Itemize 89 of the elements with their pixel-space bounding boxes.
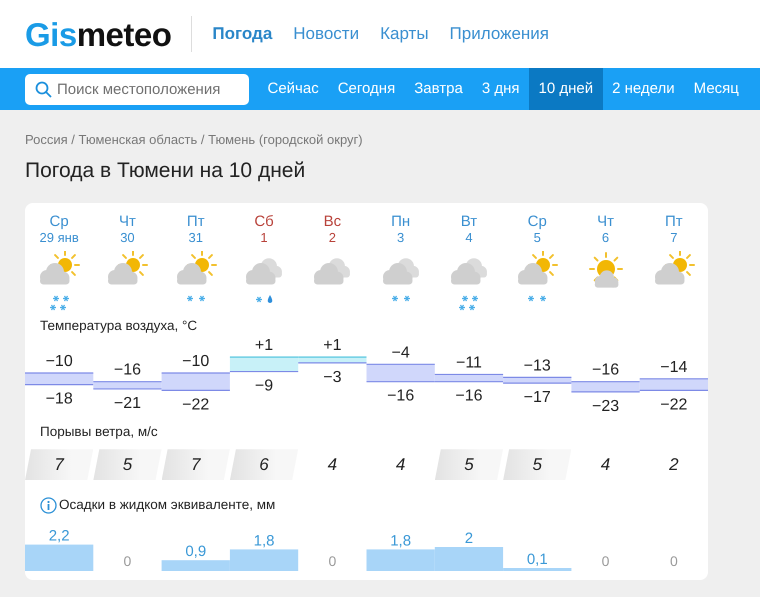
precipitation-bar xyxy=(366,550,435,572)
max-temperature: −10 xyxy=(46,352,73,370)
snow-rain-icon xyxy=(256,294,273,304)
precipitation-value: 1,8 xyxy=(390,532,412,550)
weekday-label: Пт xyxy=(664,212,684,230)
weekday-label: Сб xyxy=(253,212,275,230)
weekday-label: Чт xyxy=(118,212,137,230)
weekday-label: Вт xyxy=(460,212,478,230)
min-temperature: −18 xyxy=(46,390,73,408)
min-temperature: −22 xyxy=(182,396,210,414)
weekday-label: Ср xyxy=(526,212,548,230)
max-temperature: −14 xyxy=(660,358,688,376)
nav-link-item[interactable]: Погода xyxy=(212,21,272,47)
search-icon xyxy=(35,80,52,98)
min-temperature: −16 xyxy=(387,388,414,405)
min-temperature: −9 xyxy=(254,377,274,394)
precipitation-value: 2 xyxy=(464,530,474,548)
nav-link-item[interactable]: Новости xyxy=(293,21,360,47)
wind-gust-value: 2 xyxy=(668,454,680,476)
wind-gust-value: 7 xyxy=(53,454,66,476)
min-temperature: −17 xyxy=(524,389,551,406)
period-tab[interactable]: 10 дней xyxy=(529,68,603,110)
wind-gust-value: 6 xyxy=(258,454,270,476)
wind-gust-value: 5 xyxy=(122,454,134,476)
period-tab[interactable]: Завтра xyxy=(404,68,472,110)
precipitation-value: 0 xyxy=(124,553,132,570)
weekday-label: Ср xyxy=(48,212,70,230)
precipitation-heading: Осадки в жидком эквиваленте, мм xyxy=(58,496,276,514)
date-label: 4 xyxy=(464,230,474,246)
date-label: 31 xyxy=(188,230,204,246)
page-title: Погода в Тюмени на 10 дней xyxy=(25,158,306,183)
period-tab[interactable]: Сейчас xyxy=(258,68,328,110)
snowflakes-icon xyxy=(50,294,69,311)
weekday-label: Чт xyxy=(596,212,615,230)
precipitation-value: 0 xyxy=(328,553,336,570)
wind-gust-value: 4 xyxy=(326,454,338,476)
max-temperature: −4 xyxy=(392,344,410,362)
precipitation-value: 0 xyxy=(602,553,610,570)
max-temperature: +1 xyxy=(323,336,342,354)
max-temperature: −16 xyxy=(114,362,142,379)
period-tab[interactable]: Месяц xyxy=(684,68,748,110)
breadcrumb[interactable]: Россия / Тюменская область / Тюмень (городской округ) xyxy=(25,130,760,150)
precipitation-value: 0 xyxy=(670,553,678,570)
min-temperature: −3 xyxy=(323,368,342,386)
snowflakes-icon xyxy=(186,294,205,302)
search-field[interactable]: Поиск местоположения xyxy=(25,74,249,104)
precipitation-bar xyxy=(25,545,94,572)
max-temperature: −16 xyxy=(592,362,620,379)
nav-link-item[interactable]: Приложения xyxy=(450,21,550,47)
wind-gust-value: 7 xyxy=(190,454,202,476)
weekday-label: Пт xyxy=(186,212,206,230)
date-label: 5 xyxy=(532,230,542,246)
snowflakes-icon xyxy=(459,294,478,311)
weekday-label: Пн xyxy=(390,212,412,230)
min-temperature: −21 xyxy=(114,394,142,412)
date-label: 29 янв xyxy=(38,230,80,246)
wind-heading: Порывы ветра, м/с xyxy=(39,422,159,441)
wind-gust-value: 5 xyxy=(532,454,543,476)
precipitation-value: 0,9 xyxy=(185,544,206,561)
date-label: 1 xyxy=(259,230,269,246)
weekday-label: Вс xyxy=(322,212,342,230)
date-label: 2 xyxy=(328,230,337,246)
max-temperature: −11 xyxy=(456,354,482,372)
nav-link-item[interactable]: Карты xyxy=(380,21,429,47)
temperature-heading: Температура воздуха, °C xyxy=(39,316,198,335)
precipitation-value: 0,1 xyxy=(526,551,548,568)
date-label: 30 xyxy=(119,230,136,246)
date-label: 6 xyxy=(600,230,610,246)
info-icon[interactable] xyxy=(40,496,57,514)
min-temperature: −22 xyxy=(660,396,688,414)
temperature-bar xyxy=(640,378,708,391)
period-tab[interactable]: 3 дня xyxy=(472,68,529,110)
wind-gust-value: 5 xyxy=(463,454,475,476)
min-temperature: −23 xyxy=(592,398,620,415)
snowflakes-icon xyxy=(528,294,546,302)
period-tab[interactable]: 2 недели xyxy=(602,68,684,110)
precipitation-value: 1,8 xyxy=(254,532,274,550)
logo[interactable]: Gismeteo xyxy=(25,18,172,50)
wind-gust-value: 4 xyxy=(394,454,406,476)
precipitation-value: 2,2 xyxy=(48,528,70,546)
min-temperature: −16 xyxy=(455,388,483,405)
wind-gust-value: 4 xyxy=(600,454,612,476)
max-temperature: −13 xyxy=(524,357,551,374)
period-tab[interactable]: Сегодня xyxy=(328,68,405,110)
max-temperature: −10 xyxy=(182,352,210,370)
date-label: 7 xyxy=(669,230,678,246)
date-label: 3 xyxy=(396,230,406,246)
snowflakes-icon xyxy=(392,294,410,302)
max-temperature: +1 xyxy=(254,336,274,354)
